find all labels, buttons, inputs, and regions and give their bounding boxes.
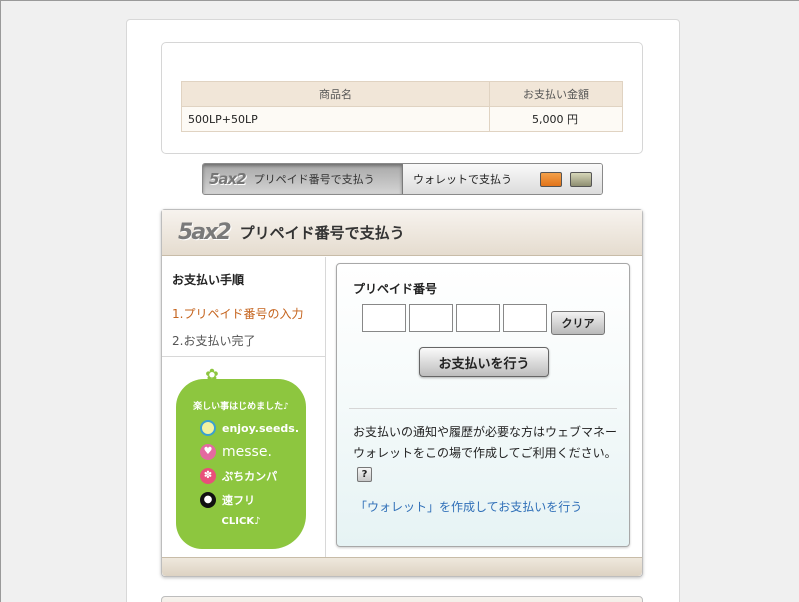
clear-button[interactable]: クリア bbox=[551, 311, 605, 335]
enjoy-seeds-icon bbox=[200, 420, 216, 436]
create-wallet-link[interactable]: 「ウォレット」を作成してお支払いを行う bbox=[355, 498, 582, 515]
wallet-note: お支払いの通知や履歴が必要な方はウェブマネー ウォレットをこの場で作成してご利用… bbox=[353, 422, 617, 485]
tab-prepaid[interactable]: 5ax2 プリペイド番号で支払う bbox=[203, 164, 403, 194]
brand-logo: 5ax2 bbox=[209, 170, 247, 188]
gray-card-icon bbox=[570, 171, 592, 187]
tab-wallet-label: ウォレットで支払う bbox=[413, 173, 512, 186]
payment-method-tabs: 5ax2 プリペイド番号で支払う ウォレットで支払う bbox=[202, 163, 603, 195]
table-row: 500LP+50LP 5,000 円 bbox=[181, 106, 623, 132]
pay-button[interactable]: お支払いを行う bbox=[419, 347, 549, 377]
seeds-item-puchi: ✽ ぷちカンパ bbox=[176, 468, 306, 484]
product-name-cell: 500LP+50LP bbox=[181, 106, 490, 132]
step-input-number: 1.プリペイド番号の入力 bbox=[172, 307, 304, 321]
product-name-header: 商品名 bbox=[181, 81, 490, 107]
prepaid-number-label: プリペイド番号 bbox=[353, 282, 438, 296]
seeds-banner[interactable]: ✿ 楽しい事はじめました♪ enjoy.seeds. ♥ messe. ✽ ぷち… bbox=[176, 365, 306, 549]
step-complete: 2.お支払い完了 bbox=[172, 334, 256, 348]
wallet-note-text: お支払いの通知や履歴が必要な方はウェブマネー ウォレットをこの場で作成してご利用… bbox=[353, 425, 618, 460]
table-header-row: 商品名 お支払い金額 bbox=[181, 81, 623, 107]
sprout-icon: ✿ bbox=[205, 365, 219, 384]
sokufuri-icon: ● bbox=[200, 492, 216, 508]
prepaid-panel: 5ax2 プリペイド番号で支払う お支払い手順 1.プリペイド番号の入力 2.お… bbox=[161, 209, 643, 577]
payment-page: 商品名 お支払い金額 500LP+50LP 5,000 円 5ax2 プリペイド… bbox=[126, 19, 680, 602]
brand-logo-large: 5ax2 bbox=[178, 220, 232, 245]
panel-header: 5ax2 プリペイド番号で支払う bbox=[162, 210, 642, 256]
seeds-item-messe: ♥ messe. bbox=[176, 444, 306, 460]
pin-input-4[interactable] bbox=[503, 304, 547, 332]
seeds-item-enjoy: enjoy.seeds. bbox=[176, 420, 306, 436]
pin-input-1[interactable] bbox=[362, 304, 406, 332]
amount-cell: 5,000 円 bbox=[489, 106, 623, 132]
seeds-item-label: ぷちカンパ bbox=[222, 470, 278, 483]
seeds-click: CLICK♪ bbox=[221, 516, 261, 527]
panel-title: プリペイド番号で支払う bbox=[239, 224, 405, 242]
steps-sidebar: お支払い手順 1.プリペイド番号の入力 2.お支払い完了 ✿ 楽しい事はじめまし… bbox=[162, 257, 326, 558]
help-icon[interactable]: ? bbox=[357, 467, 372, 482]
product-summary: 商品名 お支払い金額 500LP+50LP 5,000 円 bbox=[161, 42, 643, 154]
messe-icon: ♥ bbox=[200, 444, 216, 460]
seeds-item-sokufuri: ● 速フリ bbox=[176, 492, 306, 508]
steps-title: お支払い手順 bbox=[172, 273, 245, 287]
pin-input-2[interactable] bbox=[409, 304, 453, 332]
prepaid-form: プリペイド番号 クリア お支払いを行う お支払いの通知や履歴が必要な方はウェブマ… bbox=[336, 263, 630, 547]
product-table: 商品名 お支払い金額 500LP+50LP 5,000 円 bbox=[181, 81, 623, 132]
orange-card-icon bbox=[540, 171, 562, 187]
next-panel bbox=[161, 596, 643, 602]
tab-prepaid-label: プリペイド番号で支払う bbox=[253, 173, 375, 186]
seeds-tagline: 楽しい事はじめました♪ bbox=[193, 402, 289, 412]
tab-wallet[interactable]: ウォレットで支払う bbox=[403, 164, 602, 194]
pin-input-3[interactable] bbox=[456, 304, 500, 332]
seeds-item-label: messe. bbox=[222, 444, 272, 460]
form-divider bbox=[349, 408, 617, 409]
paw-icon: ✽ bbox=[200, 468, 216, 484]
panel-footer bbox=[162, 557, 642, 576]
seeds-item-label: enjoy.seeds. bbox=[222, 421, 300, 435]
seeds-item-label: 速フリ bbox=[222, 494, 255, 507]
sidebar-divider bbox=[162, 356, 326, 357]
amount-header: お支払い金額 bbox=[489, 81, 623, 107]
